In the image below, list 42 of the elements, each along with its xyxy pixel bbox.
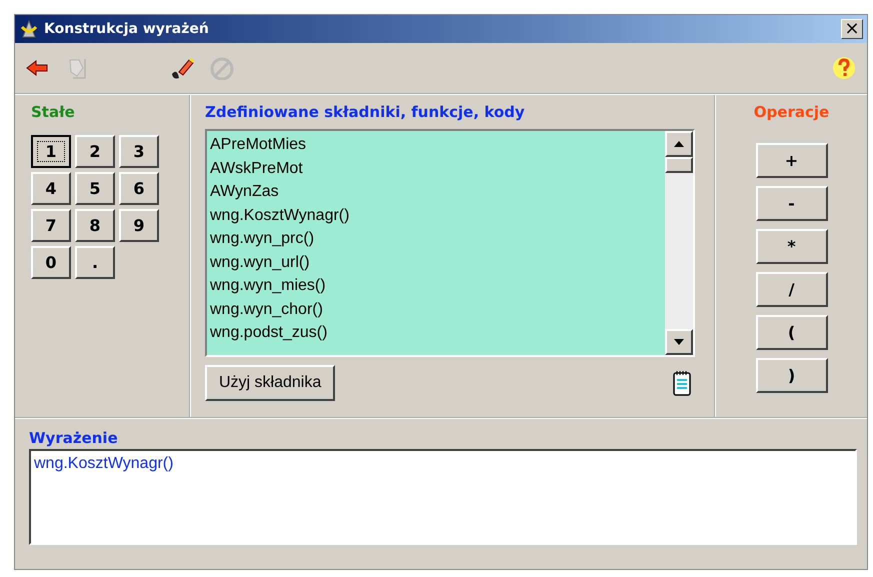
list-item[interactable]: wng.wyn_prc() — [210, 227, 662, 250]
list-item[interactable]: AWskPreMot — [210, 156, 662, 180]
key-button[interactable]: 0 — [31, 246, 71, 279]
list-item[interactable]: wng.wyn_chor() — [210, 298, 662, 321]
list-item[interactable]: wng.wyn_mies() — [210, 274, 662, 298]
operator-button[interactable]: ( — [756, 315, 828, 350]
close-button[interactable]: × — [841, 19, 863, 39]
key-button[interactable]: . — [75, 246, 115, 279]
key-button[interactable]: 2 — [75, 135, 115, 168]
scrollbar[interactable] — [665, 131, 693, 355]
up-triangle-icon — [674, 141, 684, 147]
key-button[interactable]: 7 — [31, 209, 71, 242]
list-item[interactable]: wng.podst_zus() — [210, 321, 662, 344]
operator-button[interactable]: - — [756, 186, 828, 221]
help-icon[interactable] — [831, 55, 857, 81]
operator-button[interactable]: + — [756, 143, 828, 178]
scroll-thumb[interactable] — [665, 157, 693, 173]
scroll-down-button[interactable] — [665, 329, 693, 355]
list-item[interactable]: AWynZas — [210, 180, 662, 204]
section-title: Operacje — [754, 103, 830, 121]
key-button[interactable]: 1 — [31, 135, 71, 168]
list-item[interactable]: wng.KosztWynagr() — [210, 204, 662, 227]
scroll-up-button[interactable] — [665, 131, 693, 157]
expression-field[interactable]: wng.KosztWynagr() — [29, 449, 857, 545]
key-button[interactable]: 9 — [119, 209, 159, 242]
list-item[interactable]: APreMotMies — [210, 133, 662, 156]
use-component-button[interactable]: Użyj składnika — [205, 365, 336, 401]
key-button[interactable]: 4 — [31, 172, 71, 205]
key-button[interactable]: 3 — [119, 135, 159, 168]
section-title: Wyrażenie — [29, 429, 119, 447]
key-button[interactable]: 5 — [75, 172, 115, 205]
operator-button[interactable]: ) — [756, 358, 828, 393]
window-title: Konstrukcja wyrażeń — [44, 21, 210, 37]
down-triangle-icon — [674, 339, 684, 345]
key-button[interactable]: 8 — [75, 209, 115, 242]
list-item[interactable]: wng.wyn_url() — [210, 250, 662, 274]
operator-button[interactable]: / — [756, 272, 828, 307]
eraser-icon[interactable] — [169, 55, 195, 81]
key-button[interactable]: 6 — [119, 172, 159, 205]
operator-button[interactable]: * — [756, 229, 828, 264]
section-title: Zdefiniowane składniki, funkcje, kody — [205, 103, 526, 121]
section-title: Stałe — [31, 103, 76, 121]
